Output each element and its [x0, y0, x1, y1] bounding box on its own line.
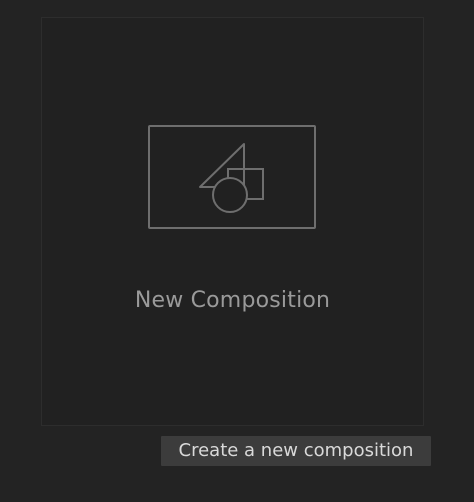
- new-composition-label: New Composition: [134, 288, 331, 313]
- composition-shapes-icon: [199, 143, 264, 213]
- new-composition-tile[interactable]: New Composition: [41, 17, 424, 426]
- composition-icon-frame: [148, 125, 316, 229]
- tooltip: Create a new composition: [161, 436, 431, 466]
- app-panel: New Composition Create a new composition: [0, 0, 474, 502]
